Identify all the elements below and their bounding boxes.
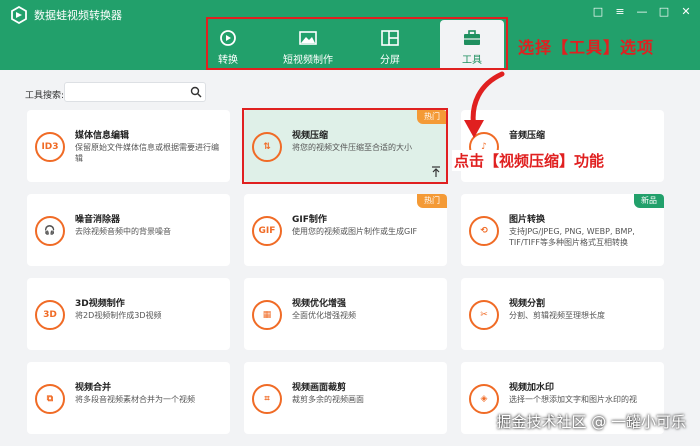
tool-title: 视频合并	[75, 383, 112, 393]
tool-card-3d-video[interactable]: 3D 3D视频制作 将2D视频制作成3D视频	[27, 278, 230, 350]
annotation-select-tools: 选择【工具】选项	[518, 38, 655, 57]
tab-convert[interactable]: 转换	[208, 20, 248, 68]
main-tabs: 转换 短视频制作 分屏 工具	[206, 20, 506, 68]
tool-title: 图片转换	[509, 215, 546, 225]
watermark-icon: ◈	[469, 384, 499, 414]
tool-desc: 将多段音视频素材合并为一个视频	[75, 395, 195, 404]
minimize-icon[interactable]: —	[634, 4, 650, 20]
annotation-arrow-icon	[464, 71, 505, 138]
tool-desc: 分割、剪辑视频至理想长度	[509, 311, 605, 320]
tool-card-image-convert[interactable]: 新品 ⟲ 图片转换 支持JPG/JPEG, PNG, WEBP, BMP, TI…	[461, 194, 664, 266]
tool-desc: 全面优化增强视频	[292, 311, 356, 320]
tool-desc: 将您的视频文件压缩至合适的大小	[292, 143, 412, 152]
tool-title: 音频压缩	[509, 131, 546, 141]
scissors-icon: ✂	[469, 300, 499, 330]
tool-desc: 使用您的视频或图片制作或生成GIF	[292, 227, 418, 236]
tool-card-noise-remover[interactable]: 🎧 噪音消除器 去除视频音频中的背景噪音	[27, 194, 230, 266]
tool-card-video-crop[interactable]: ⌗ 视频画面裁剪 裁剪多余的视频画面	[244, 362, 447, 434]
tool-title: 媒体信息编辑	[75, 131, 130, 141]
tool-card-video-compress[interactable]: 热门 ⇅ 视频压缩 将您的视频文件压缩至合适的大小	[244, 110, 447, 182]
tool-card-video-merge[interactable]: ⧉ 视频合并 将多段音视频素材合并为一个视频	[27, 362, 230, 434]
tab-short-video[interactable]: 短视频制作	[276, 20, 340, 68]
tool-title: 视频加水印	[509, 383, 555, 393]
tab-label: 分屏	[380, 55, 400, 66]
hot-badge: 热门	[417, 110, 447, 124]
image-convert-icon: ⟲	[469, 216, 499, 246]
search-input[interactable]	[64, 82, 206, 102]
crop-icon: ⌗	[252, 384, 282, 414]
annotation-click-compress: 点击【视频压缩】功能	[452, 150, 607, 171]
tool-card-gif-maker[interactable]: 热门 GIF GIF制作 使用您的视频或图片制作或生成GIF	[244, 194, 447, 266]
tab-tools[interactable]: 工具	[440, 20, 504, 68]
app-title: 数据蛙视频转换器	[34, 9, 122, 22]
search-icon[interactable]	[190, 86, 202, 98]
tool-desc: 去除视频音频中的背景噪音	[75, 227, 171, 236]
close-icon[interactable]: ✕	[678, 4, 694, 20]
headphones-icon: 🎧	[35, 216, 65, 246]
compress-icon: ⇅	[252, 132, 282, 162]
tab-split-screen[interactable]: 分屏	[368, 20, 412, 68]
pin-icon[interactable]	[431, 166, 441, 178]
toolbox-icon	[464, 30, 480, 45]
hot-badge: 热门	[417, 194, 447, 208]
tool-card-media-info[interactable]: ID3 媒体信息编辑 保留原始文件媒体信息或根据需要进行编辑	[27, 110, 230, 182]
enhance-icon: ▦	[252, 300, 282, 330]
tool-title: 视频优化增强	[292, 299, 347, 309]
menu-icon[interactable]: ≡	[612, 4, 628, 20]
tab-label: 转换	[218, 55, 238, 66]
merge-icon: ⧉	[35, 384, 65, 414]
tab-label: 工具	[462, 55, 482, 66]
feedback-icon[interactable]: □	[590, 4, 606, 20]
tool-title: 视频分割	[509, 299, 546, 309]
id3-icon: ID3	[35, 132, 65, 162]
tab-label: 短视频制作	[283, 55, 333, 66]
tool-desc: 保留原始文件媒体信息或根据需要进行编辑	[75, 143, 219, 163]
tool-desc: 将2D视频制作成3D视频	[75, 311, 162, 320]
tool-card-video-split[interactable]: ✂ 视频分割 分割、剪辑视频至理想长度	[461, 278, 664, 350]
refresh-icon	[220, 30, 236, 46]
tool-card-video-enhance[interactable]: ▦ 视频优化增强 全面优化增强视频	[244, 278, 447, 350]
gif-icon: GIF	[252, 216, 282, 246]
image-icon	[299, 31, 317, 45]
tool-title: GIF制作	[292, 215, 327, 225]
app-logo-icon	[11, 6, 27, 24]
tool-title: 噪音消除器	[75, 215, 121, 225]
tool-title: 视频压缩	[292, 131, 329, 141]
window-controls: □ ≡ — □ ✕	[590, 4, 694, 20]
3d-icon: 3D	[35, 300, 65, 330]
search-label: 工具搜索:	[25, 91, 65, 101]
watermark-text: 掘金技术社区 @ 一罐小可乐	[496, 413, 686, 431]
tool-desc: 选择一个想添加文字和图片水印的视	[509, 395, 637, 404]
maximize-icon[interactable]: □	[656, 4, 672, 20]
tool-desc: 支持JPG/JPEG, PNG, WEBP, BMP, TIF/TIFF等多种图…	[509, 227, 635, 247]
tool-title: 3D视频制作	[75, 299, 125, 309]
tool-title: 视频画面裁剪	[292, 383, 347, 393]
split-screen-icon	[381, 30, 399, 46]
tool-desc: 裁剪多余的视频画面	[292, 395, 364, 404]
new-badge: 新品	[634, 194, 664, 208]
